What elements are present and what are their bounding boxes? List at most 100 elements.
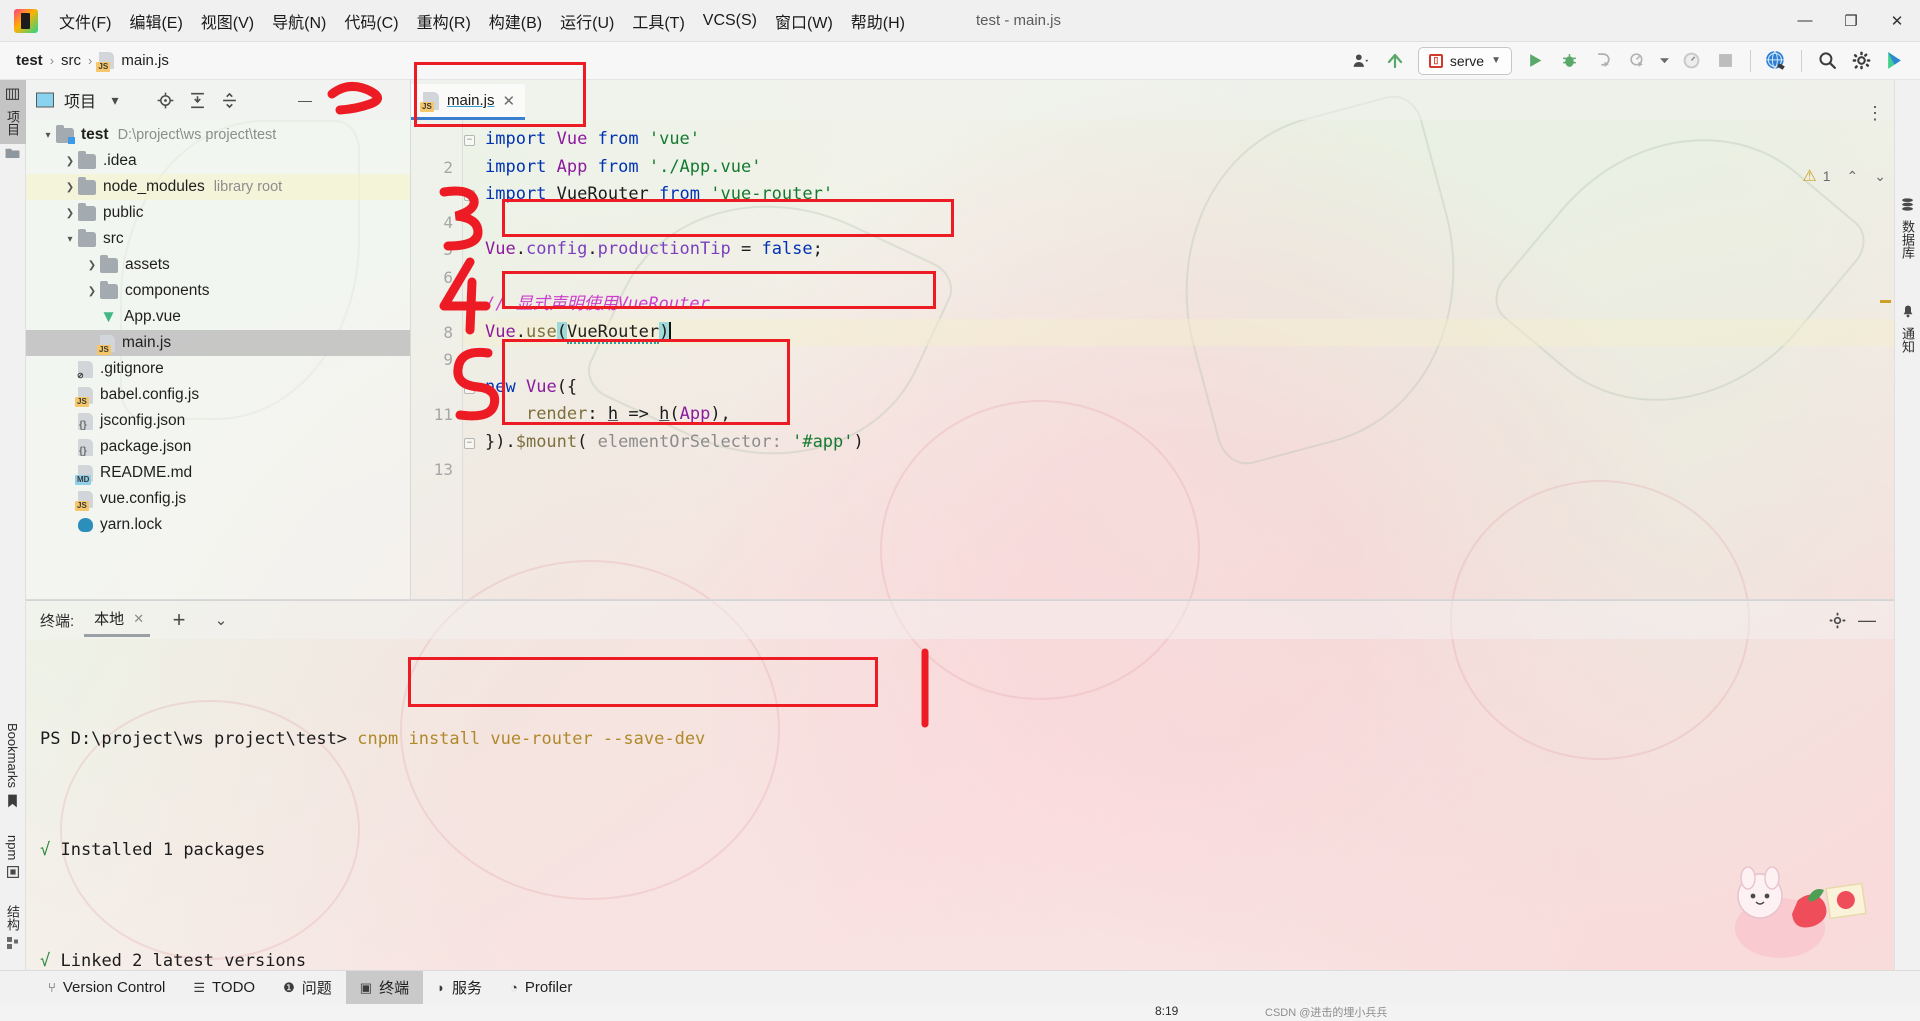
fold-marker-icon[interactable]: − xyxy=(464,437,475,449)
tree-row-main-js[interactable]: JS main.js xyxy=(26,330,410,356)
chevron-right-icon[interactable]: ❯ xyxy=(62,156,78,167)
maximize-button[interactable]: ❐ xyxy=(1828,0,1874,42)
update-project-arrow-icon[interactable] xyxy=(1380,46,1410,76)
tree-row-test[interactable]: ▾ test D:\project\ws project\test xyxy=(26,122,410,148)
menu-item-0[interactable]: 文件(F) xyxy=(50,5,120,37)
breadcrumb-item-2[interactable]: JS main.js xyxy=(96,52,169,72)
minimize-button[interactable]: — xyxy=(1782,0,1828,42)
project-file-tree[interactable]: ▾ test D:\project\ws project\test ❯ .idea ❯ no… xyxy=(26,120,410,538)
window-controls[interactable]: — ❐ ✕ xyxy=(1782,0,1920,42)
tree-row-yarn-lock[interactable]: yarn.lock xyxy=(26,512,410,538)
breadcrumb-item-0[interactable]: test xyxy=(16,52,43,69)
menu-item-11[interactable]: 帮助(H) xyxy=(842,5,914,37)
breadcrumb[interactable]: test › src › JS main.js xyxy=(0,52,169,72)
profile-icon[interactable] xyxy=(1622,46,1652,76)
editor-marker-strip[interactable] xyxy=(1874,120,1894,599)
run-with-coverage-icon[interactable] xyxy=(1588,46,1618,76)
sidebar-item-bookmarks[interactable]: Bookmarks xyxy=(1,715,24,827)
status-bar-item-终端[interactable]: ▣ 终端 xyxy=(345,970,424,1005)
tree-row-src[interactable]: ▾ src xyxy=(26,226,410,252)
chevron-down-icon[interactable]: ▾ xyxy=(102,87,128,113)
tree-row--gitignore[interactable]: ⊘ .gitignore xyxy=(26,356,410,382)
terminal-output[interactable]: PS D:\project\ws project\test> cnpm inst… xyxy=(26,639,1894,970)
collapse-all-icon[interactable] xyxy=(216,87,242,113)
status-bar-item-问题[interactable]: ❶ 问题 xyxy=(269,971,346,1005)
breadcrumb-item-1[interactable]: src xyxy=(61,52,81,69)
code-content[interactable]: import Vue from 'vue' import App from '.… xyxy=(463,120,1894,599)
sidebar-item-folder[interactable] xyxy=(1,144,24,170)
plugin-globe-icon[interactable] xyxy=(1761,46,1791,76)
warning-marker[interactable] xyxy=(1880,300,1891,303)
chevron-right-icon[interactable]: ❯ xyxy=(62,182,78,193)
chevron-down-icon[interactable]: ▼ xyxy=(1491,55,1501,66)
menu-item-8[interactable]: 工具(T) xyxy=(623,5,693,37)
tree-row--idea[interactable]: ❯ .idea xyxy=(26,148,410,174)
editor-tab-main-js[interactable]: JS main.js ✕ xyxy=(411,84,526,120)
line-number-1: − xyxy=(411,126,475,154)
fold-marker-icon[interactable]: − xyxy=(464,382,475,394)
tree-row-app-vue[interactable]: ▼ App.vue xyxy=(26,304,410,330)
chevron-right-icon[interactable]: ❯ xyxy=(84,260,100,271)
tree-row-readme-md[interactable]: MD README.md xyxy=(26,460,410,486)
database-icon xyxy=(1901,198,1914,214)
settings-gear-icon[interactable] xyxy=(1846,46,1876,76)
menu-item-10[interactable]: 窗口(W) xyxy=(766,5,842,37)
settings-gear-icon[interactable] xyxy=(1824,607,1850,633)
tree-row-jsconfig-json[interactable]: {} jsconfig.json xyxy=(26,408,410,434)
menu-item-9[interactable]: VCS(S) xyxy=(694,8,766,34)
menu-item-4[interactable]: 代码(C) xyxy=(335,5,407,37)
more-options-icon[interactable]: ⋮ xyxy=(1866,104,1884,122)
chevron-right-icon[interactable]: ❯ xyxy=(62,208,78,219)
menu-item-7[interactable]: 运行(U) xyxy=(551,5,623,37)
chevron-down-icon[interactable]: ▾ xyxy=(40,130,56,141)
previous-problem-icon[interactable]: ⌃ xyxy=(1847,168,1859,185)
chevron-down-icon[interactable]: ▾ xyxy=(62,234,78,245)
sidebar-item-project[interactable]: 项目 xyxy=(0,80,26,144)
ide-assistant-icon[interactable] xyxy=(1880,46,1910,76)
code-editor[interactable]: −2−4 5 6 7 8 9−11−13 import Vue from 'vue' im… xyxy=(411,120,1894,599)
chevron-down-icon[interactable]: ⌄ xyxy=(208,607,234,633)
tree-row-babel-config-js[interactable]: JS babel.config.js xyxy=(26,382,410,408)
sidebar-item-label-bookmarks: Bookmarks xyxy=(5,722,20,788)
expand-all-icon[interactable] xyxy=(184,87,210,113)
hide-panel-icon[interactable]: — xyxy=(1854,607,1880,633)
hide-panel-icon[interactable]: — xyxy=(292,87,318,113)
user-avatar-icon[interactable] xyxy=(1346,46,1376,76)
terminal-tab-local[interactable]: 本地 ✕ xyxy=(84,603,151,637)
close-button[interactable]: ✕ xyxy=(1874,0,1920,42)
status-bar-item-profiler[interactable]: ◔ Profiler xyxy=(496,971,586,1005)
chevron-right-icon[interactable]: ❯ xyxy=(84,286,100,297)
menu-item-6[interactable]: 构建(B) xyxy=(480,5,551,37)
tree-row-components[interactable]: ❯ components xyxy=(26,278,410,304)
status-bar-item-version-control[interactable]: ⑂ Version Control xyxy=(34,971,179,1005)
sidebar-item-database[interactable]: 数据库 xyxy=(1894,190,1920,267)
fold-marker-icon[interactable]: − xyxy=(464,135,475,146)
tree-row-node-modules[interactable]: ❯ node_modules library root xyxy=(26,174,410,200)
status-bar-item-服务[interactable]: ◗ 服务 xyxy=(423,971,496,1005)
tree-row-assets[interactable]: ❯ assets xyxy=(26,252,410,278)
menu-item-1[interactable]: 编辑(E) xyxy=(120,5,191,37)
tree-row-vue-config-js[interactable]: JS vue.config.js xyxy=(26,486,410,512)
menu-bar[interactable]: 文件(F) 编辑(E) 视图(V) 导航(N) 代码(C) 重构(R) 构建(B) 运行(U)… xyxy=(50,5,914,37)
run-icon[interactable] xyxy=(1520,46,1550,76)
sidebar-item-structure[interactable]: 结构 xyxy=(0,897,26,970)
run-configuration-selector[interactable]: ▯ serve ▼ xyxy=(1417,46,1512,75)
debug-icon[interactable] xyxy=(1554,46,1584,76)
search-icon[interactable] xyxy=(1812,46,1842,76)
fold-marker-icon[interactable]: − xyxy=(464,190,475,201)
status-bar-item-todo[interactable]: ☰ TODO xyxy=(179,971,269,1005)
breadcrumb-label-2: main.js xyxy=(121,52,169,69)
chevron-down-icon[interactable] xyxy=(1656,46,1672,76)
tree-row-package-json[interactable]: {} package.json xyxy=(26,434,410,460)
sidebar-item-notifications[interactable]: 通知 xyxy=(1894,297,1920,361)
add-terminal-icon[interactable]: + xyxy=(166,607,192,633)
menu-item-3[interactable]: 导航(N) xyxy=(263,5,335,37)
sidebar-item-npm[interactable]: npm xyxy=(1,827,24,897)
tree-row-public[interactable]: ❯ public xyxy=(26,200,410,226)
project-panel-header: 项目 ▾ — xyxy=(26,80,410,120)
menu-item-2[interactable]: 视图(V) xyxy=(192,5,263,37)
close-icon[interactable]: ✕ xyxy=(133,611,144,627)
locate-icon[interactable] xyxy=(152,87,178,113)
menu-item-5[interactable]: 重构(R) xyxy=(408,5,480,37)
close-icon[interactable]: ✕ xyxy=(503,92,516,110)
